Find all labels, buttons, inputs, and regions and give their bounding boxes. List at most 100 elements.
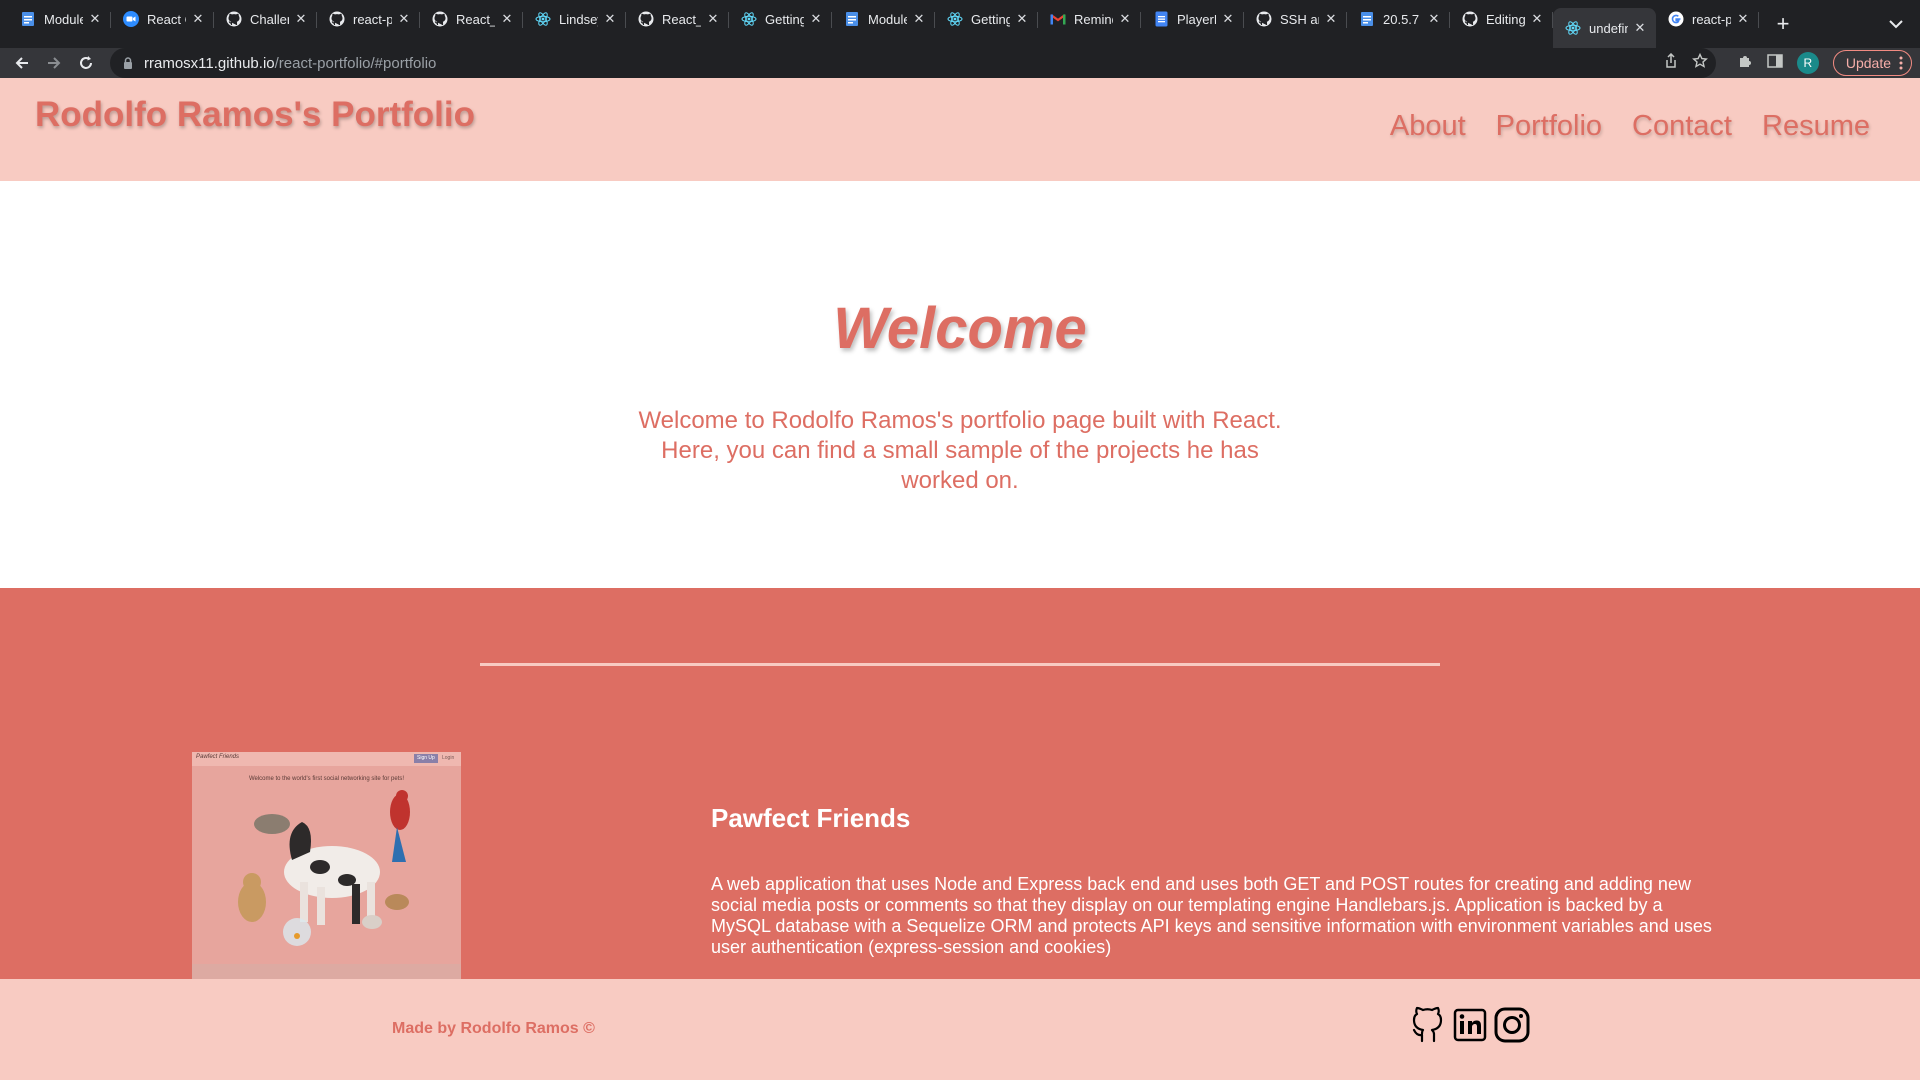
- react-icon: [535, 11, 551, 27]
- close-icon[interactable]: ✕: [1117, 11, 1133, 27]
- tab-title: Remind: [1074, 11, 1113, 27]
- tab-title: Lindsey: [559, 11, 598, 27]
- browser-tab[interactable]: Challen✕: [214, 2, 317, 36]
- footer-credit: Made by Rodolfo Ramos ©: [392, 1020, 595, 1037]
- close-icon[interactable]: ✕: [1323, 11, 1339, 27]
- browser-tab[interactable]: Getting ✕: [729, 2, 832, 36]
- address-bar[interactable]: rramosx11.github.io/react-portfolio/#por…: [110, 48, 1716, 78]
- browser-tab[interactable]: Module ✕: [8, 2, 111, 36]
- more-vertical-icon: [1899, 56, 1903, 70]
- tab-title: Getting: [971, 11, 1010, 27]
- browser-tab-strip: Module✕React C✕Challen✕react-p✕React_✕Li…: [0, 0, 1920, 48]
- side-panel-icon[interactable]: [1767, 53, 1783, 73]
- site-nav: About Portfolio Contact Resume: [1390, 110, 1870, 143]
- welcome-section: Welcome Welcome to Rodolfo Ramos's portf…: [0, 181, 1920, 588]
- tab-title: React_: [456, 11, 495, 27]
- close-icon[interactable]: ✕: [396, 11, 412, 27]
- close-icon[interactable]: ✕: [1735, 11, 1751, 27]
- welcome-heading: Welcome: [833, 296, 1087, 361]
- nav-about-link[interactable]: About: [1390, 110, 1466, 143]
- browser-tab[interactable]: react-p ✕: [1656, 2, 1759, 36]
- tab-search-chevron-icon[interactable]: [1886, 14, 1906, 34]
- close-icon[interactable]: ✕: [1220, 11, 1236, 27]
- bookmark-star-icon[interactable]: [1692, 52, 1708, 74]
- zoom-icon: [123, 11, 139, 27]
- close-icon[interactable]: ✕: [1529, 11, 1545, 27]
- browser-tab[interactable]: Editing ✕: [1450, 2, 1553, 36]
- github-icon: [226, 11, 242, 27]
- github-icon[interactable]: [1410, 1005, 1446, 1045]
- browser-tab[interactable]: React C✕: [111, 2, 214, 36]
- github-icon: [1256, 11, 1272, 27]
- close-icon[interactable]: ✕: [1426, 11, 1442, 27]
- linkedin-icon[interactable]: [1452, 1005, 1488, 1045]
- react-icon: [947, 11, 963, 27]
- tab-title: PlayerL: [1177, 11, 1216, 27]
- browser-tab[interactable]: undefin ✕: [1553, 8, 1656, 48]
- tab-title: Editing: [1486, 11, 1525, 27]
- url-host: rramosx11.github.io: [144, 54, 275, 72]
- github-icon: [432, 11, 448, 27]
- url-path: /react-portfolio/#portfolio: [274, 54, 437, 72]
- gmail-icon: [1050, 11, 1066, 27]
- browser-tab[interactable]: Remind✕: [1038, 2, 1141, 36]
- github-icon: [638, 11, 654, 27]
- web-page: Rodolfo Ramos's Portfolio About Portfoli…: [0, 78, 1920, 1080]
- social-links: [1410, 1005, 1530, 1045]
- browser-tab[interactable]: Module ✕: [832, 2, 935, 36]
- close-icon[interactable]: ✕: [499, 11, 515, 27]
- github-icon: [329, 11, 345, 27]
- doc-icon: [1359, 11, 1375, 27]
- profile-avatar[interactable]: R: [1796, 52, 1819, 74]
- browser-tab[interactable]: Lindsey✕: [523, 2, 626, 36]
- pets-illustration: [192, 790, 461, 982]
- browser-tab[interactable]: PlayerL✕: [1141, 2, 1244, 36]
- browser-tab[interactable]: 20.5.7 ✕: [1347, 2, 1450, 36]
- tab-title: 20.5.7: [1383, 11, 1420, 27]
- docs-icon: [1153, 11, 1169, 27]
- nav-resume-link[interactable]: Resume: [1762, 110, 1870, 143]
- doc-icon: [844, 11, 860, 27]
- update-button[interactable]: Update: [1832, 50, 1912, 76]
- update-label: Update: [1845, 55, 1891, 71]
- tab-title: react-p: [353, 11, 392, 27]
- close-icon[interactable]: ✕: [1014, 11, 1030, 27]
- tab-title: react-p: [1692, 11, 1731, 27]
- nav-portfolio-link[interactable]: Portfolio: [1496, 110, 1602, 143]
- tab-list: Module✕React C✕Challen✕react-p✕React_✕Li…: [8, 0, 1759, 48]
- tab-title: Module: [44, 11, 83, 27]
- github-icon: [1462, 11, 1478, 27]
- browser-tab[interactable]: React_ ✕: [626, 2, 729, 36]
- browser-tab[interactable]: React_ ✕: [420, 2, 523, 36]
- close-icon[interactable]: ✕: [87, 11, 103, 27]
- close-icon[interactable]: ✕: [705, 11, 721, 27]
- browser-toolbar: rramosx11.github.io/react-portfolio/#por…: [0, 48, 1920, 78]
- section-divider: [480, 663, 1440, 666]
- instagram-icon[interactable]: [1494, 1005, 1530, 1045]
- browser-tab[interactable]: Getting ✕: [935, 2, 1038, 36]
- close-icon[interactable]: ✕: [911, 11, 927, 27]
- close-icon[interactable]: ✕: [1632, 20, 1648, 36]
- close-icon[interactable]: ✕: [190, 11, 206, 27]
- tab-title: React_: [662, 11, 701, 27]
- nav-contact-link[interactable]: Contact: [1632, 110, 1732, 143]
- url-text: rramosx11.github.io/react-portfolio/#por…: [144, 55, 436, 72]
- tab-title: undefin: [1589, 20, 1628, 36]
- reload-icon[interactable]: [70, 48, 102, 78]
- new-tab-button[interactable]: +: [1765, 6, 1801, 42]
- project-screenshot[interactable]: Pawfect Friends Sign Up Login Welcome to…: [192, 752, 461, 982]
- forward-arrow-icon[interactable]: [38, 48, 70, 78]
- project-title[interactable]: Pawfect Friends: [711, 803, 910, 834]
- close-icon[interactable]: ✕: [602, 11, 618, 27]
- extensions-puzzle-icon[interactable]: [1737, 53, 1753, 74]
- browser-tab[interactable]: SSH an✕: [1244, 2, 1347, 36]
- back-arrow-icon[interactable]: [6, 48, 38, 78]
- project-description: A web application that uses Node and Exp…: [711, 874, 1712, 957]
- share-icon[interactable]: [1664, 52, 1678, 74]
- react-icon: [1565, 20, 1581, 36]
- close-icon[interactable]: ✕: [808, 11, 824, 27]
- tab-title: Challen: [250, 11, 289, 27]
- browser-tab[interactable]: react-p ✕: [317, 2, 420, 36]
- close-icon[interactable]: ✕: [293, 11, 309, 27]
- tab-title: Getting: [765, 11, 804, 27]
